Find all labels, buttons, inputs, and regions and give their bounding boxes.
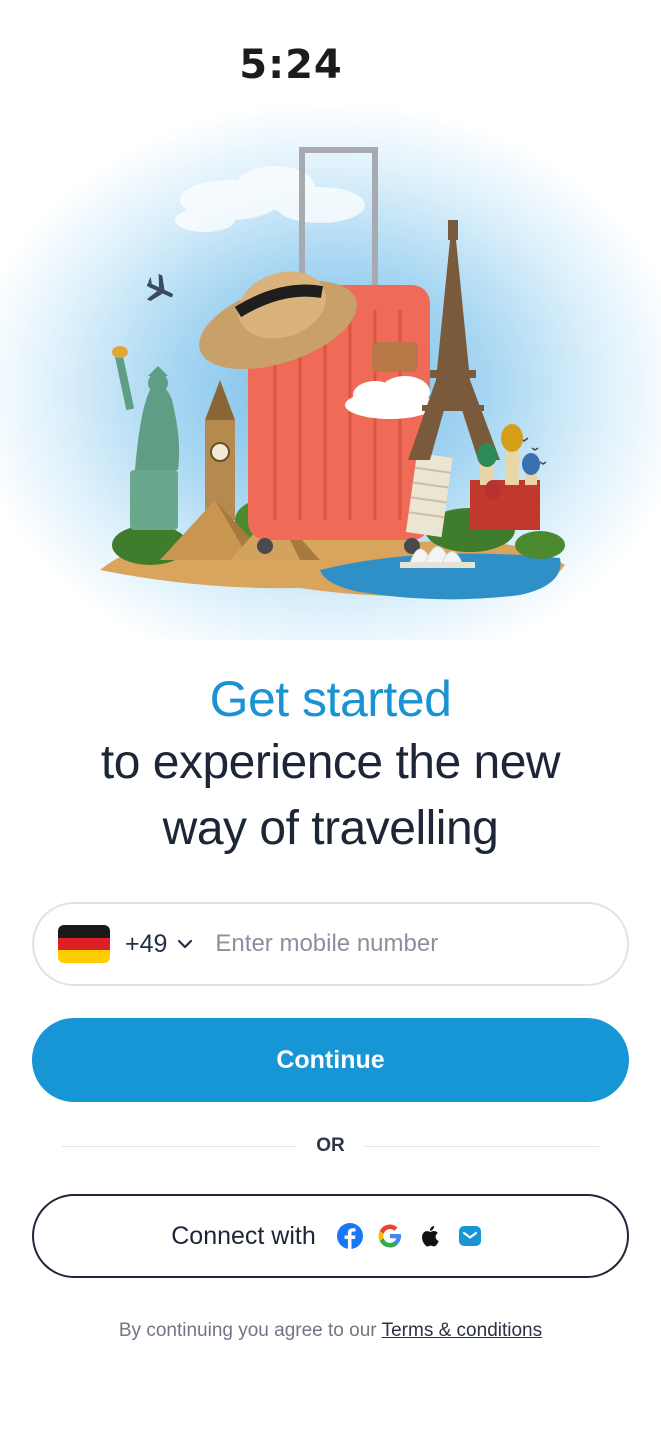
headline-accent: Get started	[209, 671, 452, 727]
apple-icon[interactable]	[416, 1222, 444, 1250]
or-divider: OR	[62, 1134, 599, 1158]
terms-prefix: By continuing you agree to our	[118, 1320, 377, 1341]
headline: Get started to experience the new way of…	[0, 668, 661, 862]
connect-with-label: Connect with	[171, 1221, 316, 1250]
travel-collage-image	[100, 147, 565, 600]
phone-number-field: +49	[32, 902, 629, 986]
chevron-down-icon[interactable]	[177, 937, 193, 951]
email-icon[interactable]	[456, 1222, 484, 1250]
terms-notice: By continuing you agree to our Terms & co…	[0, 1320, 661, 1342]
headline-line-2: way of travelling	[162, 802, 499, 855]
continue-button[interactable]: Continue	[32, 1018, 629, 1102]
travel-hero-illustration	[0, 80, 661, 640]
google-icon[interactable]	[376, 1222, 404, 1250]
facebook-icon[interactable]	[336, 1222, 364, 1250]
connect-with-button[interactable]: Connect with	[32, 1194, 629, 1278]
terms-link[interactable]: Terms & conditions	[382, 1320, 543, 1341]
country-flag-icon[interactable]	[58, 925, 110, 963]
or-label: OR	[316, 1135, 345, 1156]
country-code[interactable]: +49	[125, 930, 167, 959]
headline-line-1: to experience the new	[100, 736, 561, 789]
login-screen: 5:24 Get started to experience the new w…	[0, 0, 661, 1432]
mobile-number-input[interactable]	[215, 930, 516, 958]
status-bar-time: 5:24	[239, 42, 343, 88]
